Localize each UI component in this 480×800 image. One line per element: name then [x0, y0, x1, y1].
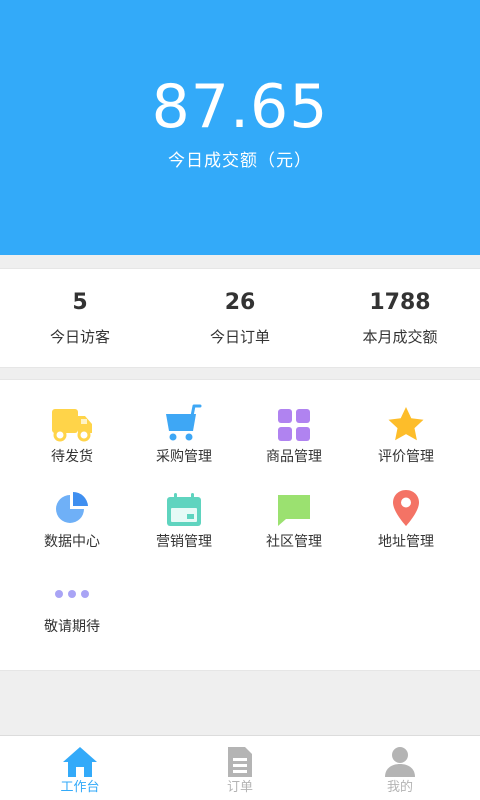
menu-item-data-center[interactable]: 数据中心	[12, 465, 132, 550]
menu-item-label: 评价管理	[378, 449, 434, 465]
home-icon	[63, 747, 97, 777]
menu-item-label: 社区管理	[266, 534, 322, 550]
tab-label: 我的	[386, 780, 413, 795]
function-grid: 待发货 采购管理 商品管理 评价管理 数据中心 营销管理 社区管理 地址管理 敬…	[0, 379, 480, 671]
menu-item-products[interactable]: 商品管理	[234, 380, 354, 465]
tab-workbench[interactable]: 工作台	[0, 736, 160, 800]
menu-item-label: 敬请期待	[44, 619, 100, 635]
menu-item-label: 数据中心	[44, 534, 100, 550]
star-icon	[388, 407, 424, 441]
menu-item-label: 采购管理	[156, 449, 212, 465]
today-sales-label: 今日成交额（元）	[168, 151, 312, 171]
truck-icon	[52, 409, 92, 442]
stat-label: 本月成交额	[362, 328, 438, 346]
stats-row: 5 今日访客 26 今日订单 1788 本月成交额	[0, 268, 480, 368]
document-icon	[228, 747, 252, 777]
menu-item-community[interactable]: 社区管理	[234, 465, 354, 550]
today-sales-amount: 87.65	[151, 72, 329, 142]
stat-monthly-sales[interactable]: 1788 本月成交额	[320, 269, 480, 367]
stat-visitors[interactable]: 5 今日访客	[0, 269, 160, 367]
menu-item-pending-shipment[interactable]: 待发货	[12, 380, 132, 465]
tab-label: 工作台	[60, 780, 100, 795]
menu-item-coming-soon[interactable]: 敬请期待	[12, 550, 132, 635]
cart-icon	[166, 404, 202, 441]
location-pin-icon	[393, 490, 419, 526]
menu-item-label: 待发货	[51, 449, 93, 465]
menu-item-label: 地址管理	[378, 534, 434, 550]
tab-orders[interactable]: 订单	[160, 736, 320, 800]
bottom-tab-bar: 工作台 订单 我的	[0, 735, 480, 800]
user-icon	[385, 747, 415, 777]
menu-item-label: 营销管理	[156, 534, 212, 550]
tab-mine[interactable]: 我的	[320, 736, 480, 800]
menu-item-reviews[interactable]: 评价管理	[346, 380, 466, 465]
stat-value: 1788	[369, 290, 431, 315]
more-dots-icon	[55, 590, 89, 598]
stat-label: 今日订单	[209, 328, 270, 346]
pie-chart-icon	[56, 491, 88, 523]
calendar-icon	[167, 493, 201, 526]
menu-item-purchase[interactable]: 采购管理	[124, 380, 244, 465]
grid-icon	[278, 409, 310, 441]
header-banner: 87.65 今日成交额（元）	[0, 0, 480, 255]
menu-item-address[interactable]: 地址管理	[346, 465, 466, 550]
chat-bubble-icon	[278, 495, 310, 526]
stat-value: 26	[224, 290, 256, 315]
menu-item-marketing[interactable]: 营销管理	[124, 465, 244, 550]
menu-item-label: 商品管理	[266, 449, 322, 465]
tab-label: 订单	[226, 780, 253, 795]
stat-orders[interactable]: 26 今日订单	[160, 269, 320, 367]
stat-label: 今日访客	[49, 328, 110, 346]
stat-value: 5	[72, 290, 88, 315]
